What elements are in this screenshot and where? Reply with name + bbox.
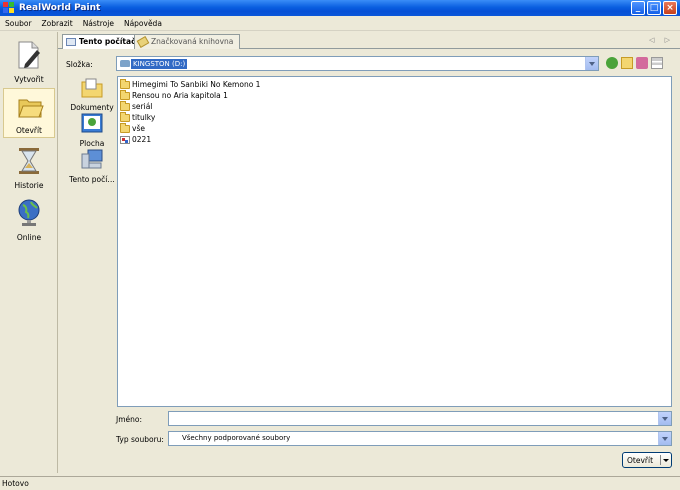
desktop-icon: [81, 113, 103, 133]
title-bar: RealWorld Paint _ □ ×: [0, 0, 680, 16]
hourglass-icon: [19, 148, 39, 174]
sidebar-item-historie[interactable]: Historie: [3, 142, 55, 192]
list-item[interactable]: Himegimi To Sanbiki No Kemono 1: [120, 78, 261, 90]
folder-value: KINGSTON (D:): [131, 59, 188, 69]
window-title: RealWorld Paint: [19, 3, 101, 13]
file-name: 0221: [132, 135, 152, 144]
tab-bar: Tento počítač Značkovaná knihovna ◁ ▷: [58, 32, 680, 50]
minimize-button[interactable]: _: [631, 1, 645, 15]
file-name: Rensou no Aria kapitola 1: [132, 91, 228, 100]
documents-icon: [81, 78, 103, 98]
drive-icon: [120, 60, 130, 67]
button-divider: [660, 455, 661, 465]
new-document-pen-icon: [18, 41, 40, 69]
menu-nastroje[interactable]: Nástroje: [78, 19, 119, 28]
file-name-field[interactable]: [168, 411, 672, 426]
view-menu-icon[interactable]: [651, 57, 663, 69]
up-folder-icon[interactable]: [621, 57, 633, 69]
place-tento-pocitac[interactable]: Tento počí…: [66, 148, 118, 184]
back-icon[interactable]: [606, 57, 618, 69]
chevron-down-icon[interactable]: [663, 459, 669, 462]
sidebar-item-vytvorit[interactable]: Vytvořit: [3, 36, 55, 86]
tab-tento-pocitac[interactable]: Tento počítač: [62, 34, 143, 50]
menu-bar: Soubor Zobrazit Nástroje Nápověda: [0, 16, 680, 31]
open-dialog: Složka: KINGSTON (D:) Dokumenty Plocha T…: [58, 49, 680, 473]
chevron-down-icon[interactable]: [658, 432, 671, 445]
file-type-select[interactable]: Všechny podporované soubory: [168, 431, 672, 446]
list-item[interactable]: titulky: [120, 111, 156, 123]
folder-icon: [120, 122, 130, 133]
tab-znackovana-knihovna[interactable]: Značkovaná knihovna: [134, 34, 241, 49]
computer-icon: [66, 38, 76, 46]
folder-toolbar: [606, 57, 663, 69]
file-name: titulky: [132, 113, 156, 122]
chevron-down-icon[interactable]: [585, 57, 598, 70]
folder-icon: [120, 89, 130, 100]
place-plocha[interactable]: Plocha: [66, 112, 118, 148]
menu-soubor[interactable]: Soubor: [0, 19, 37, 28]
name-label: Jméno:: [116, 415, 143, 424]
status-bar: Hotovo: [0, 476, 680, 490]
menu-zobrazit[interactable]: Zobrazit: [37, 19, 78, 28]
open-button[interactable]: Otevřít: [622, 452, 672, 468]
globe-icon: [18, 199, 40, 226]
places-bar: Dokumenty Plocha Tento počí…: [66, 76, 118, 406]
place-label: Plocha: [79, 139, 105, 148]
tab-label: Značkovaná knihovna: [151, 37, 234, 46]
sidebar-item-otevrit[interactable]: Otevřít: [3, 88, 55, 138]
file-type-label: Typ souboru:: [116, 435, 164, 444]
file-list[interactable]: Himegimi To Sanbiki No Kemono 1 Rensou n…: [117, 76, 672, 407]
sidebar-item-label: Otevřít: [15, 126, 42, 135]
open-folder-icon: [18, 99, 44, 118]
left-panel: Vytvořit Otevřít Historie Online: [0, 32, 58, 473]
open-button-label: Otevřít: [627, 456, 654, 465]
sidebar-item-label: Online: [16, 233, 42, 242]
sidebar-item-label: Vytvořit: [14, 75, 44, 84]
folder-icon: [120, 100, 130, 111]
folder-label: Složka:: [66, 60, 93, 69]
list-item[interactable]: 0221: [120, 134, 151, 145]
place-label: Dokumenty: [70, 103, 114, 112]
chevron-down-icon[interactable]: [658, 412, 671, 425]
computer-icon: [81, 149, 103, 169]
list-item[interactable]: vše: [120, 122, 145, 134]
sidebar-item-label: Historie: [14, 181, 44, 190]
folder-icon: [120, 111, 130, 122]
file-name: Himegimi To Sanbiki No Kemono 1: [132, 80, 261, 89]
file-type-value: Všechny podporované soubory: [182, 434, 291, 442]
menu-napoveda[interactable]: Nápověda: [119, 19, 167, 28]
tab-scroll-arrows[interactable]: ◁ ▷: [649, 36, 674, 44]
maximize-button[interactable]: □: [647, 1, 661, 15]
close-button[interactable]: ×: [663, 1, 677, 15]
folder-select[interactable]: KINGSTON (D:): [116, 56, 599, 71]
file-name: seriál: [132, 102, 153, 111]
new-folder-icon[interactable]: [636, 57, 648, 69]
file-name: vše: [132, 124, 145, 133]
folder-icon: [120, 78, 130, 89]
list-item[interactable]: seriál: [120, 100, 153, 112]
sidebar-item-online[interactable]: Online: [3, 194, 55, 244]
tab-label: Tento počítač: [79, 37, 136, 46]
image-file-icon: [120, 135, 130, 144]
place-label: Tento počí…: [69, 175, 115, 184]
app-logo-icon: [3, 2, 15, 14]
tag-icon: [136, 36, 150, 48]
status-text: Hotovo: [2, 479, 29, 488]
list-item[interactable]: Rensou no Aria kapitola 1: [120, 89, 228, 101]
place-dokumenty[interactable]: Dokumenty: [66, 76, 118, 112]
